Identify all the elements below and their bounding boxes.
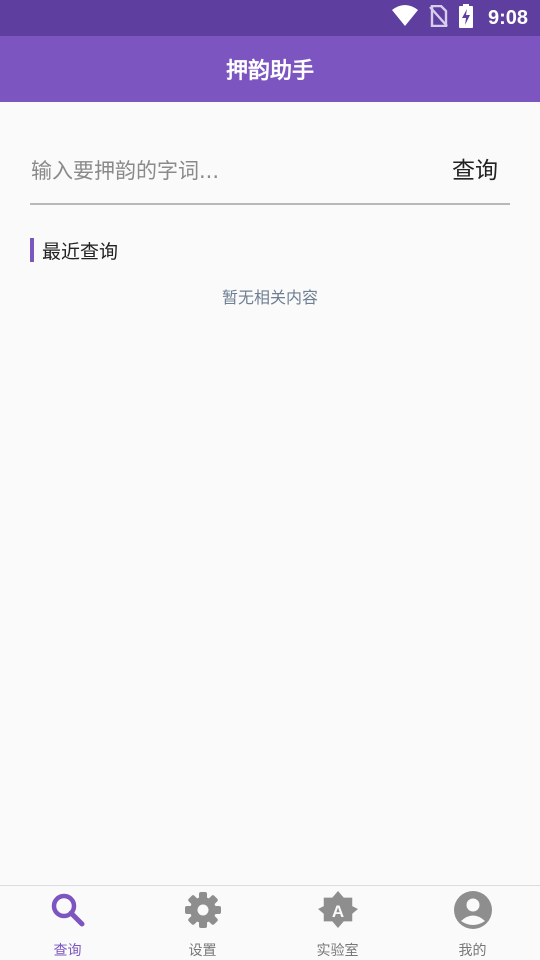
wifi-icon [391,5,418,31]
app-bar: 押韵助手 [0,36,540,102]
query-button[interactable]: 查询 [452,138,498,204]
recent-queries-title: 最近查询 [42,240,119,263]
account-circle-icon [453,890,493,934]
auto-brightness-icon: A [317,890,358,934]
no-sim-icon [428,4,448,31]
nav-item-lab[interactable]: A 实验室 [270,886,405,960]
nav-label-query: 查询 [53,943,82,959]
search-icon [48,890,88,934]
svg-text:A: A [331,902,343,921]
empty-state-text: 暂无相关内容 [221,288,318,307]
status-bar: 9:08 [0,0,540,36]
clock-time: 9:08 [487,6,528,29]
nav-label-lab: 实验室 [316,943,359,959]
bottom-navigation: 查询 设置 A 实验室 我的 [0,885,540,960]
nav-item-mine[interactable]: 我的 [405,886,540,960]
nav-item-settings[interactable]: 设置 [135,886,270,960]
nav-label-settings: 设置 [188,943,217,959]
app-title: 押韵助手 [225,59,314,84]
battery-charging-icon [458,4,474,32]
nav-item-query[interactable]: 查询 [0,886,135,960]
status-icons: 9:08 [391,0,528,36]
nav-label-mine: 我的 [458,943,487,959]
search-bar: 查询 [30,138,510,205]
recent-queries-header: 最近查询 [30,237,118,263]
gear-icon [183,890,223,934]
search-input[interactable] [30,138,430,204]
section-accent-bar [30,238,34,262]
